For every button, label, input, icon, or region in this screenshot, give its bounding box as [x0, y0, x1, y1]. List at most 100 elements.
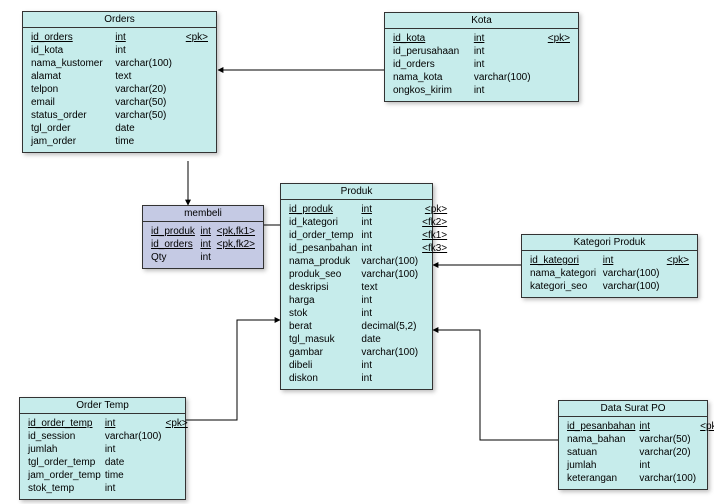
column-key	[181, 70, 210, 83]
column-key: <fk2>	[420, 216, 449, 229]
column-key	[542, 58, 572, 71]
column-table: id_order_tempint<pk>id_sessionvarchar(10…	[26, 417, 190, 495]
column-type: varchar(20)	[113, 83, 181, 96]
column-name: id_produk	[287, 203, 359, 216]
column-name: harga	[287, 294, 359, 307]
column-key	[698, 472, 714, 485]
column-type: varchar(100)	[359, 346, 420, 359]
column-name: stok	[287, 307, 359, 320]
column-table: id_kotaint<pk>id_perusahaanintid_ordersi…	[391, 32, 572, 97]
column-row: kategori_seovarchar(100)	[528, 280, 691, 293]
entity-membeli: membeli id_produkint<pk,fk1>id_ordersint…	[142, 205, 264, 269]
column-name: jumlah	[565, 459, 637, 472]
column-name: id_orders	[29, 31, 113, 44]
column-row: id_ordersint<pk,fk2>	[149, 238, 257, 251]
column-key	[164, 469, 190, 482]
column-key: <pk,fk1>	[213, 225, 257, 238]
column-key	[420, 281, 449, 294]
column-row: id_order_tempint<pk>	[26, 417, 190, 430]
column-row: beratdecimal(5,2)	[287, 320, 449, 333]
column-row: id_order_tempint<fk1>	[287, 229, 449, 242]
column-row: keteranganvarchar(100)	[565, 472, 714, 485]
column-name: gambar	[287, 346, 359, 359]
column-row: satuanvarchar(20)	[565, 446, 714, 459]
column-key	[181, 122, 210, 135]
column-type: time	[113, 135, 181, 148]
column-row: nama_kustomervarchar(100)	[29, 57, 210, 70]
column-key: <fk3>	[420, 242, 449, 255]
entity-title: Produk	[281, 184, 432, 200]
column-table: id_produkint<pk>id_kategoriint<fk2>id_or…	[287, 203, 449, 385]
column-type: varchar(50)	[113, 109, 181, 122]
column-name: produk_seo	[287, 268, 359, 281]
column-name: diskon	[287, 372, 359, 385]
column-name: jam_order	[29, 135, 113, 148]
column-type: int	[359, 372, 420, 385]
column-key	[181, 57, 210, 70]
column-type: int	[359, 216, 420, 229]
column-row: id_kotaint	[29, 44, 210, 57]
column-key	[698, 433, 714, 446]
entity-title: Kategori Produk	[522, 235, 697, 251]
column-type: text	[113, 70, 181, 83]
column-name: id_kategori	[528, 254, 601, 267]
column-type: int	[359, 307, 420, 320]
column-name: nama_bahan	[565, 433, 637, 446]
column-row: nama_kotavarchar(100)	[391, 71, 572, 84]
column-key	[420, 346, 449, 359]
column-name: id_produk	[149, 225, 198, 238]
column-key	[664, 280, 691, 293]
column-row: Qtyint	[149, 251, 257, 264]
column-name: dibeli	[287, 359, 359, 372]
column-key	[664, 267, 691, 280]
column-type: varchar(50)	[113, 96, 181, 109]
column-key: <pk>	[542, 32, 572, 45]
entity-produk: Produk id_produkint<pk>id_kategoriint<fk…	[280, 183, 433, 390]
column-name: tgl_order_temp	[26, 456, 103, 469]
column-name: status_order	[29, 109, 113, 122]
entity-title: Orders	[23, 12, 216, 28]
column-row: id_ordersint	[391, 58, 572, 71]
column-type: date	[103, 456, 164, 469]
column-row: produk_seovarchar(100)	[287, 268, 449, 281]
column-key: <pk>	[420, 203, 449, 216]
column-type: varchar(50)	[637, 433, 698, 446]
column-key	[420, 359, 449, 372]
column-type: int	[198, 251, 213, 264]
column-type: varchar(100)	[113, 57, 181, 70]
column-name: id_pesanbahan	[287, 242, 359, 255]
column-row: stokint	[287, 307, 449, 320]
column-name: ongkos_kirim	[391, 84, 472, 97]
entity-title: membeli	[143, 206, 263, 222]
column-row: deskripsitext	[287, 281, 449, 294]
column-key	[542, 45, 572, 58]
entity-title: Kota	[385, 13, 578, 29]
column-type: int	[359, 359, 420, 372]
column-row: id_pesanbahanint<fk3>	[287, 242, 449, 255]
column-name: keterangan	[565, 472, 637, 485]
column-row: diskonint	[287, 372, 449, 385]
column-row: id_pesanbahanint<pk>	[565, 420, 714, 433]
column-type: varchar(100)	[637, 472, 698, 485]
column-row: telponvarchar(20)	[29, 83, 210, 96]
column-type: int	[198, 225, 213, 238]
column-row: id_produkint<pk>	[287, 203, 449, 216]
column-type: int	[637, 420, 698, 433]
column-key	[542, 84, 572, 97]
column-name: nama_kota	[391, 71, 472, 84]
column-key	[164, 456, 190, 469]
column-row: id_perusahaanint	[391, 45, 572, 58]
column-key	[181, 109, 210, 122]
column-name: id_kota	[29, 44, 113, 57]
column-key	[164, 482, 190, 495]
column-row: nama_produkvarchar(100)	[287, 255, 449, 268]
column-key	[164, 443, 190, 456]
column-key	[213, 251, 257, 264]
column-type: int	[472, 84, 542, 97]
column-type: int	[359, 242, 420, 255]
column-key	[181, 96, 210, 109]
column-key	[420, 255, 449, 268]
column-row: gambarvarchar(100)	[287, 346, 449, 359]
column-name: Qty	[149, 251, 198, 264]
column-row: dibeliint	[287, 359, 449, 372]
